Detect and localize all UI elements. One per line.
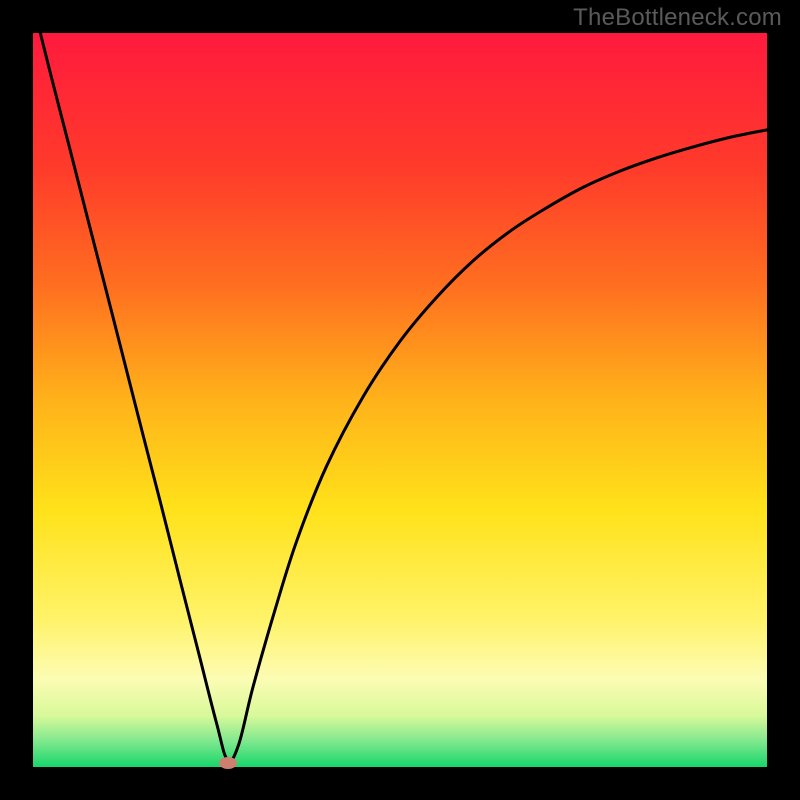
chart-frame: TheBottleneck.com [0,0,800,800]
bottleneck-curve [33,4,767,761]
optimum-marker [219,757,237,769]
watermark-text: TheBottleneck.com [573,4,782,32]
curve-layer [33,33,767,767]
